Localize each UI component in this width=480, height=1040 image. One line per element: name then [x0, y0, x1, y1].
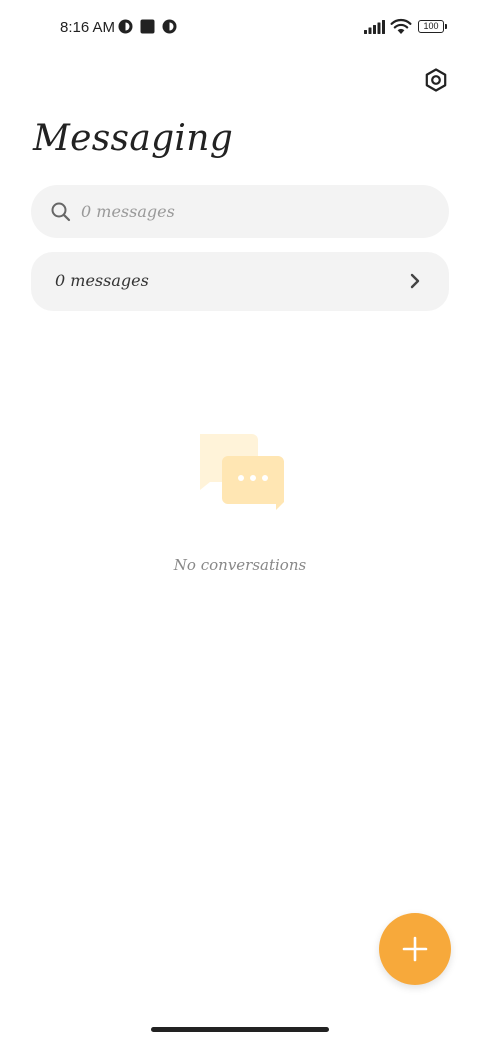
- new-conversation-button[interactable]: [379, 913, 451, 985]
- status-time: 8:16 AM: [60, 19, 116, 36]
- plus-icon: [402, 936, 428, 962]
- chevron-right-icon: [410, 273, 420, 289]
- page-title: Messaging: [33, 118, 234, 159]
- status-bar: 8:16 AM 100: [0, 0, 480, 56]
- empty-state-text: No conversations: [173, 556, 307, 574]
- search-input[interactable]: [81, 185, 421, 238]
- chat-bubbles-icon: [200, 434, 284, 510]
- app-notification-icon: [162, 19, 177, 34]
- messages-row[interactable]: 0 messages: [31, 252, 449, 311]
- battery-level: 100: [423, 21, 439, 31]
- settings-button[interactable]: [420, 64, 452, 96]
- settings-hexagon-icon: [425, 68, 447, 92]
- wifi-icon: [390, 18, 412, 34]
- messages-row-label: 0 messages: [55, 271, 149, 290]
- search-bar[interactable]: [31, 185, 449, 238]
- search-icon: [51, 202, 71, 222]
- app-notification-icon: [118, 19, 133, 34]
- stop-square-icon: [140, 19, 155, 34]
- battery-tip: [445, 24, 447, 29]
- home-indicator[interactable]: [151, 1027, 329, 1032]
- cellular-signal-icon: [364, 20, 385, 34]
- battery-icon: 100: [418, 20, 444, 33]
